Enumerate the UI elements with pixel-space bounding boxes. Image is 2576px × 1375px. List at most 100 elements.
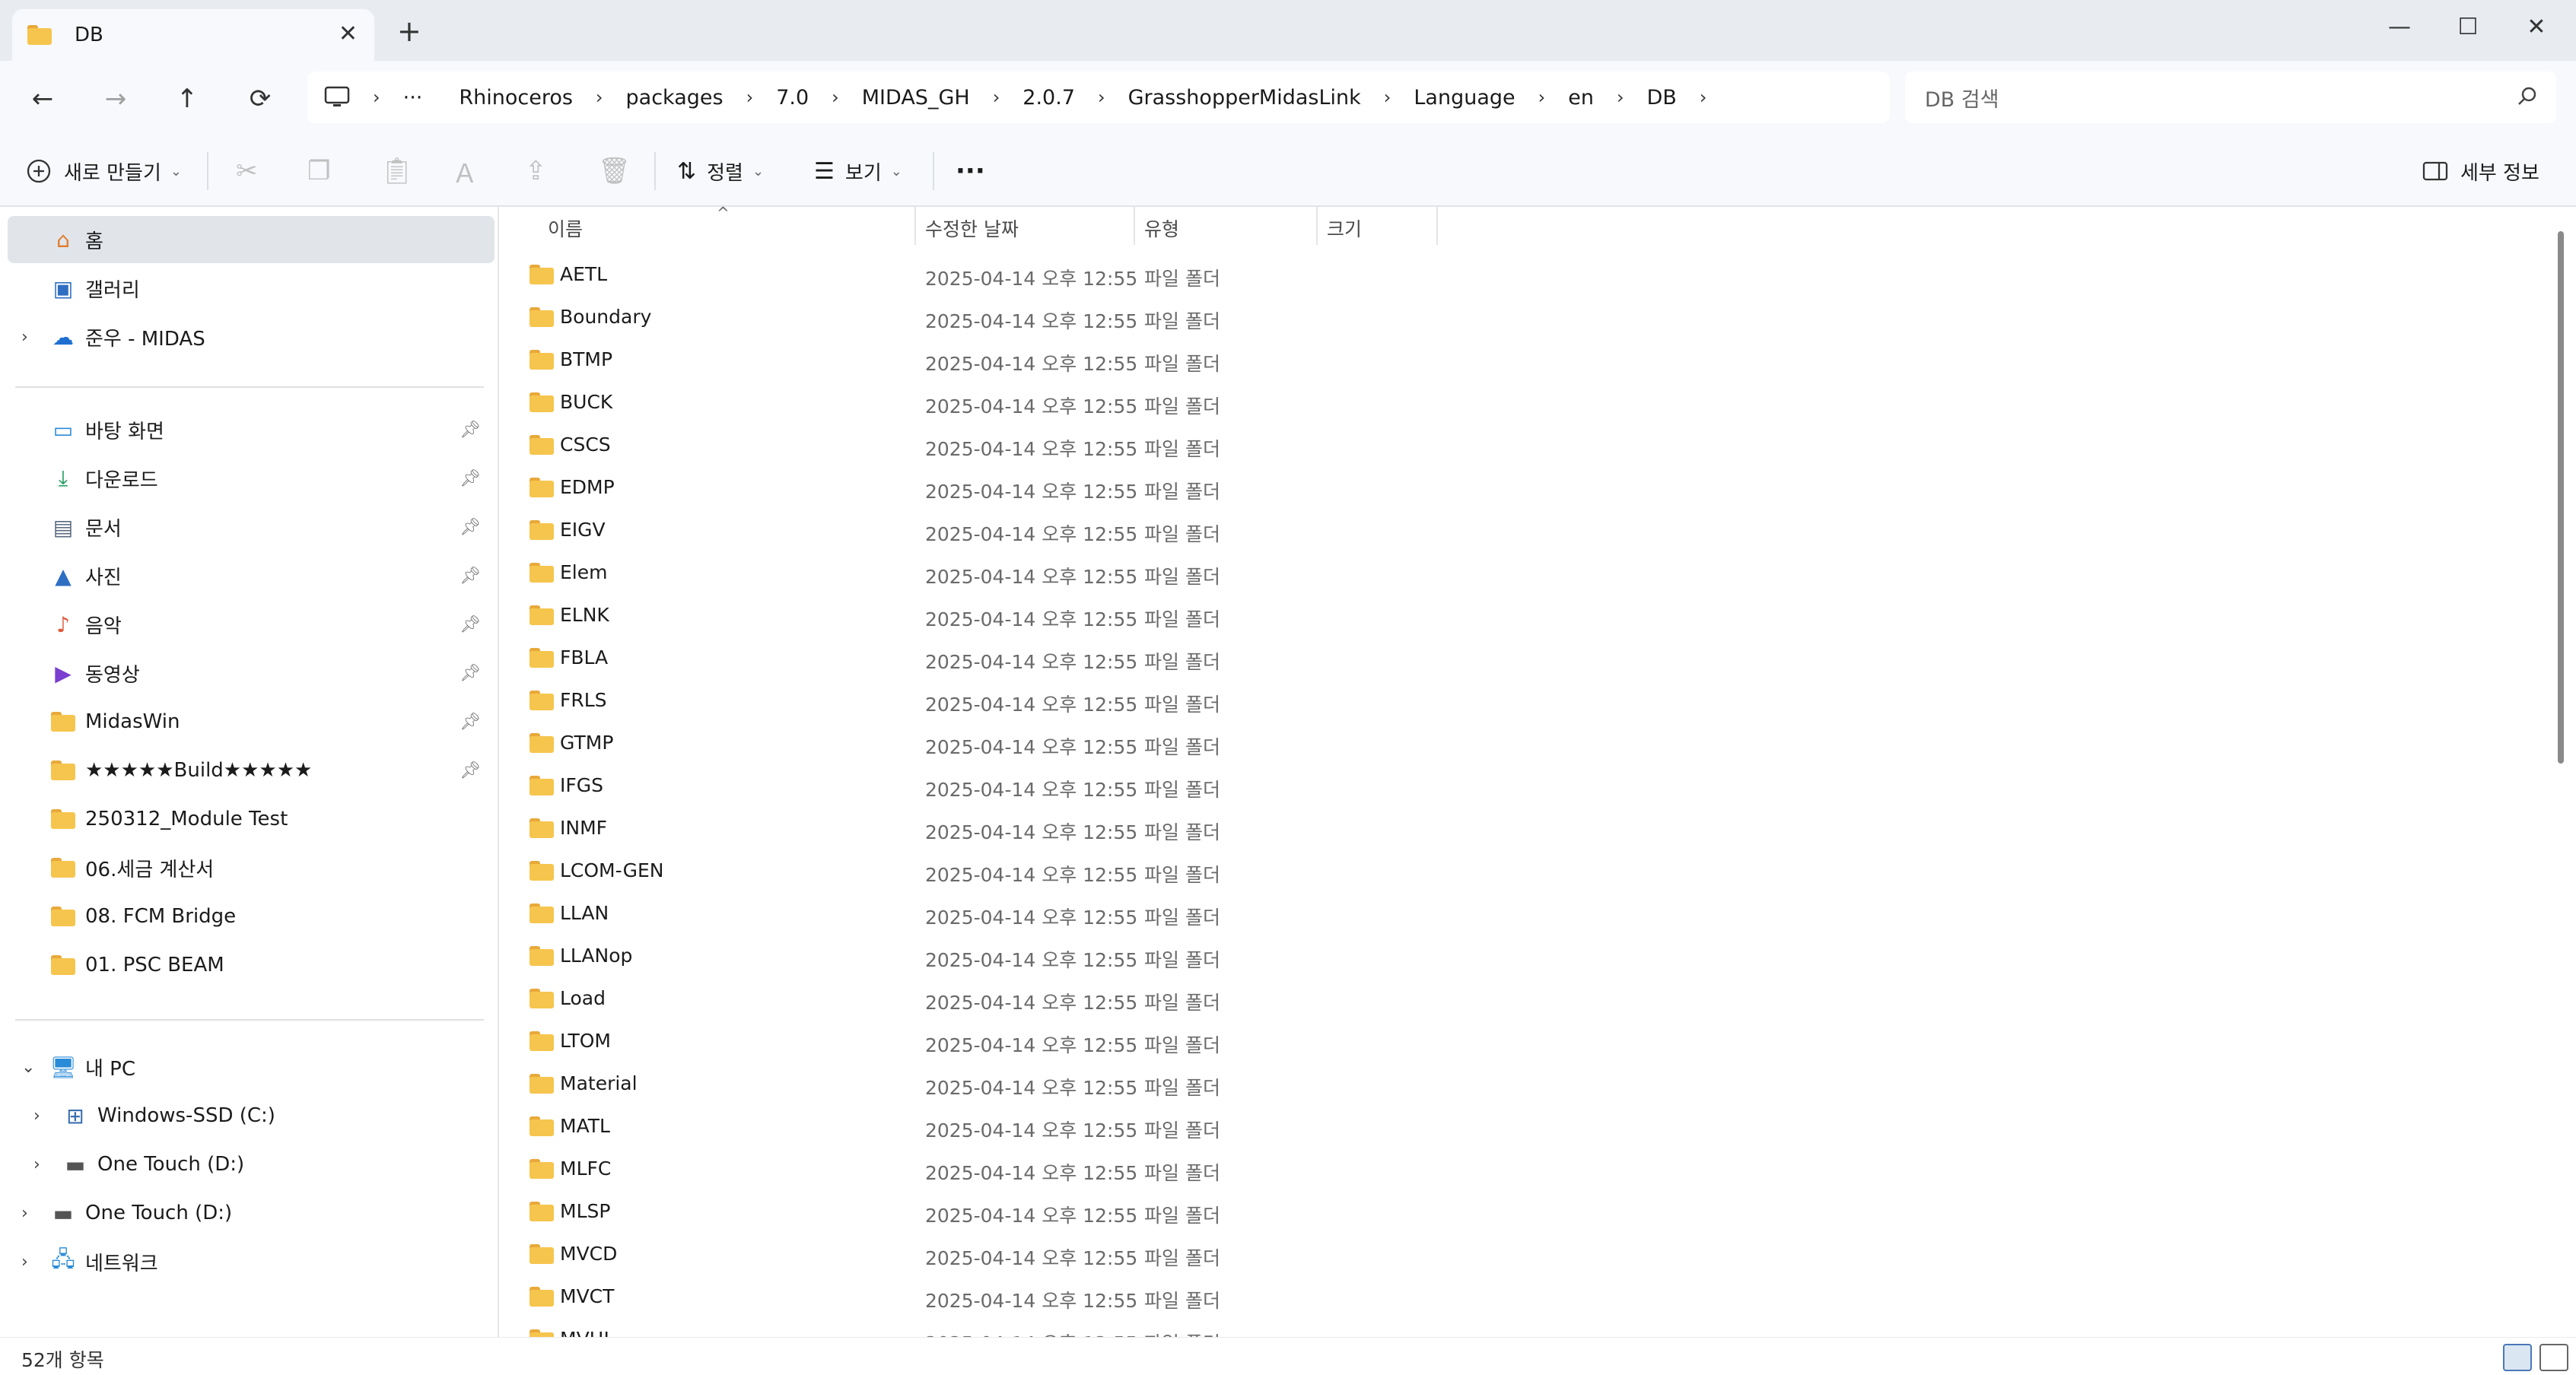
table-row[interactable]: CSCS 2025-04-14 오후 12:55 파일 폴더 bbox=[501, 424, 2555, 467]
table-row[interactable]: GTMP 2025-04-14 오후 12:55 파일 폴더 bbox=[501, 722, 2555, 765]
chevron-right-icon[interactable]: › bbox=[993, 87, 1000, 108]
table-row[interactable]: BTMP 2025-04-14 오후 12:55 파일 폴더 bbox=[501, 339, 2555, 382]
table-row[interactable]: LLANop 2025-04-14 오후 12:55 파일 폴더 bbox=[501, 935, 2555, 978]
tiles-view-button[interactable] bbox=[2539, 1344, 2568, 1371]
chevron-right-icon[interactable]: › bbox=[1098, 87, 1105, 108]
up-button[interactable]: ↑ bbox=[164, 78, 210, 120]
sort-button[interactable]: ⇅ 정렬 ⌄ bbox=[677, 151, 764, 192]
sidebar-item-this-pc[interactable]: ⌄ 🖥︎ 내 PC bbox=[8, 1043, 495, 1091]
new-button[interactable]: 새로 만들기 ⌄ bbox=[26, 151, 182, 192]
chevron-right-icon[interactable]: › bbox=[1700, 87, 1707, 108]
sidebar-item-pinned[interactable]: ♪ 음악 📌︎ bbox=[8, 601, 495, 648]
breadcrumb-item[interactable]: packages bbox=[626, 86, 724, 110]
table-row[interactable]: MVCD 2025-04-14 오후 12:55 파일 폴더 bbox=[501, 1234, 2555, 1276]
table-row[interactable]: Material 2025-04-14 오후 12:55 파일 폴더 bbox=[501, 1063, 2555, 1106]
sidebar-item-pinned[interactable]: ⤓ 다운로드 📌︎ bbox=[8, 455, 495, 502]
chevron-right-icon[interactable]: › bbox=[33, 1107, 40, 1126]
address-bar[interactable]: › ··· Rhinoceros › packages › 7.0 › MIDAS_GH › 2… bbox=[307, 71, 1890, 123]
breadcrumb-item[interactable]: GrasshopperMidasLink bbox=[1128, 86, 1361, 110]
column-header-name[interactable]: 이름 bbox=[548, 207, 583, 249]
sidebar-item-recent[interactable]: 08. FCM Bridge bbox=[8, 893, 495, 940]
table-row[interactable]: MATL 2025-04-14 오후 12:55 파일 폴더 bbox=[501, 1106, 2555, 1148]
chevron-right-icon[interactable]: › bbox=[1384, 87, 1391, 108]
table-row[interactable]: MVHL 2025-04-14 오후 12:55 파일 폴더 bbox=[501, 1319, 2555, 1337]
back-button[interactable]: ← bbox=[20, 78, 65, 120]
refresh-button[interactable]: ⟳ bbox=[237, 78, 283, 120]
column-divider[interactable] bbox=[914, 207, 916, 245]
details-view-button[interactable] bbox=[2503, 1344, 2532, 1371]
sidebar-item-drive-c[interactable]: › ⊞ Windows-SSD (C:) bbox=[8, 1092, 495, 1139]
table-row[interactable]: MVCT 2025-04-14 오후 12:55 파일 폴더 bbox=[501, 1276, 2555, 1319]
sidebar-item-pinned[interactable]: ▭ 바탕 화면 📌︎ bbox=[8, 406, 495, 453]
tab-db[interactable]: DB ✕ bbox=[12, 9, 374, 61]
breadcrumb-item[interactable]: Language bbox=[1414, 86, 1515, 110]
table-row[interactable]: IFGS 2025-04-14 오후 12:55 파일 폴더 bbox=[501, 765, 2555, 808]
details-pane-button[interactable]: 세부 정보 bbox=[2422, 151, 2539, 192]
sidebar-item-pinned[interactable]: ▤ 문서 📌︎ bbox=[8, 503, 495, 551]
view-button[interactable]: ☰ 보기 ⌄ bbox=[814, 151, 902, 192]
chevron-right-icon[interactable]: › bbox=[33, 1155, 40, 1174]
table-row[interactable]: FBLA 2025-04-14 오후 12:55 파일 폴더 bbox=[501, 637, 2555, 680]
breadcrumb-item[interactable]: MIDAS_GH bbox=[862, 86, 970, 110]
sidebar-item-recent[interactable]: 250312_Module Test bbox=[8, 795, 495, 843]
sidebar-item-recent[interactable]: 06.세금 계산서 bbox=[8, 844, 495, 891]
new-tab-button[interactable]: + bbox=[397, 17, 421, 46]
table-row[interactable]: BUCK 2025-04-14 오후 12:55 파일 폴더 bbox=[501, 382, 2555, 424]
share-button[interactable]: ⇪ bbox=[525, 151, 547, 192]
sidebar-item-pinned[interactable]: ▶ 동영상 📌︎ bbox=[8, 649, 495, 697]
table-row[interactable]: EIGV 2025-04-14 오후 12:55 파일 폴더 bbox=[501, 510, 2555, 552]
maximize-button[interactable]: ☐ bbox=[2431, 8, 2504, 46]
breadcrumb-item[interactable]: Rhinoceros bbox=[459, 86, 573, 110]
tab-close-button[interactable]: ✕ bbox=[339, 23, 358, 46]
chevron-right-icon[interactable]: › bbox=[832, 87, 839, 108]
vertical-scrollbar[interactable] bbox=[2558, 231, 2564, 764]
sidebar-item-network[interactable]: › 🖧 네트워크 bbox=[8, 1238, 495, 1285]
table-row[interactable]: Boundary 2025-04-14 오후 12:55 파일 폴더 bbox=[501, 297, 2555, 339]
sidebar-item-pinned[interactable]: MidasWin 📌︎ bbox=[8, 698, 495, 745]
search-input[interactable]: DB 검색 bbox=[1905, 71, 2556, 123]
chevron-right-icon[interactable]: › bbox=[596, 87, 603, 108]
column-divider[interactable] bbox=[1316, 207, 1318, 245]
sidebar-item-onedrive[interactable]: › ☁ 준우 - MIDAS bbox=[8, 313, 495, 360]
table-row[interactable]: INMF 2025-04-14 오후 12:55 파일 폴더 bbox=[501, 808, 2555, 850]
copy-button[interactable]: ❐ bbox=[307, 151, 330, 192]
breadcrumb-item[interactable]: 7.0 bbox=[776, 86, 809, 110]
chevron-right-icon[interactable]: › bbox=[1617, 87, 1624, 108]
chevron-right-icon[interactable]: › bbox=[1538, 87, 1546, 108]
sidebar-item-pinned[interactable]: ▲ 사진 📌︎ bbox=[8, 552, 495, 599]
forward-button[interactable]: → bbox=[93, 78, 138, 120]
table-row[interactable]: MLFC 2025-04-14 오후 12:55 파일 폴더 bbox=[501, 1148, 2555, 1191]
sidebar-item-drive-d[interactable]: › ▬ One Touch (D:) bbox=[8, 1141, 495, 1188]
more-options-button[interactable]: ··· bbox=[956, 151, 985, 192]
table-row[interactable]: Elem 2025-04-14 오후 12:55 파일 폴더 bbox=[501, 552, 2555, 595]
close-window-button[interactable]: ✕ bbox=[2500, 8, 2573, 46]
table-row[interactable]: LCOM-GEN 2025-04-14 오후 12:55 파일 폴더 bbox=[501, 850, 2555, 893]
column-divider[interactable] bbox=[1436, 207, 1438, 245]
column-header-type[interactable]: 유형 bbox=[1144, 207, 1179, 249]
column-header-size[interactable]: 크기 bbox=[1327, 207, 1362, 249]
chevron-right-icon[interactable]: › bbox=[21, 1253, 28, 1272]
column-header-date[interactable]: 수정한 날짜 bbox=[925, 207, 1019, 249]
breadcrumb-overflow[interactable]: ··· bbox=[403, 86, 423, 110]
chevron-right-icon[interactable]: › bbox=[746, 87, 754, 108]
sidebar-item-home[interactable]: ⌂ 홈 bbox=[8, 216, 495, 263]
table-row[interactable]: FRLS 2025-04-14 오후 12:55 파일 폴더 bbox=[501, 680, 2555, 722]
breadcrumb-item[interactable]: DB bbox=[1647, 86, 1677, 110]
table-row[interactable]: MLSP 2025-04-14 오후 12:55 파일 폴더 bbox=[501, 1191, 2555, 1234]
breadcrumb-item[interactable]: en bbox=[1568, 86, 1594, 110]
chevron-right-icon[interactable]: › bbox=[21, 1204, 28, 1223]
table-row[interactable]: ELNK 2025-04-14 오후 12:55 파일 폴더 bbox=[501, 595, 2555, 637]
cut-button[interactable]: ✂ bbox=[236, 151, 258, 192]
sidebar-item-recent[interactable]: 01. PSC BEAM bbox=[8, 942, 495, 989]
table-row[interactable]: Load 2025-04-14 오후 12:55 파일 폴더 bbox=[501, 978, 2555, 1021]
table-row[interactable]: LTOM 2025-04-14 오후 12:55 파일 폴더 bbox=[501, 1021, 2555, 1063]
chevron-down-icon[interactable]: ⌄ bbox=[21, 1058, 35, 1077]
sidebar-item-onetouch[interactable]: › ▬ One Touch (D:) bbox=[8, 1189, 495, 1237]
rename-button[interactable]: Ａ bbox=[452, 151, 478, 192]
breadcrumb-item[interactable]: 2.0.7 bbox=[1022, 86, 1075, 110]
column-divider[interactable] bbox=[1134, 207, 1135, 245]
table-row[interactable]: AETL 2025-04-14 오후 12:55 파일 폴더 bbox=[501, 254, 2555, 297]
table-row[interactable]: LLAN 2025-04-14 오후 12:55 파일 폴더 bbox=[501, 893, 2555, 935]
sidebar-item-gallery[interactable]: ▣ 갤러리 bbox=[8, 265, 495, 312]
table-row[interactable]: EDMP 2025-04-14 오후 12:55 파일 폴더 bbox=[501, 467, 2555, 510]
